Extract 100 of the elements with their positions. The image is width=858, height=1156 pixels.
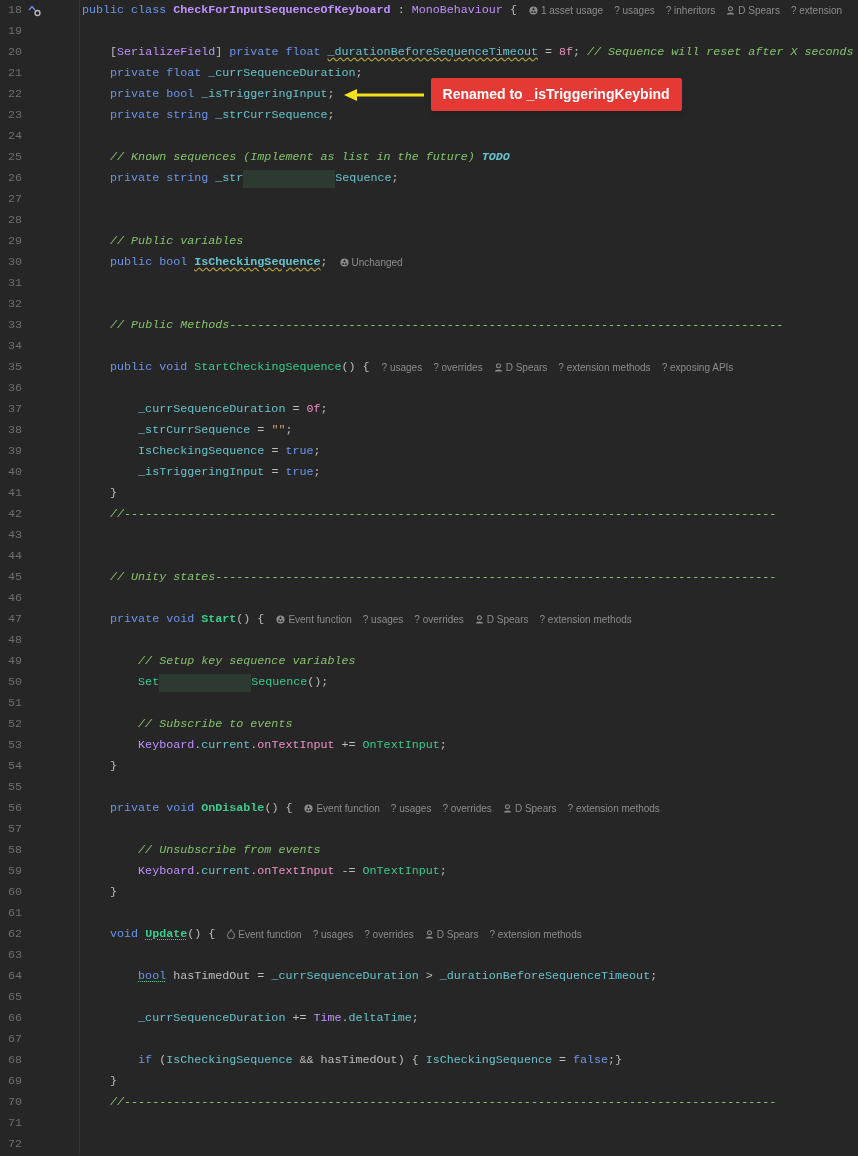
unity-icon [304, 804, 314, 813]
code-vision-hint[interactable]: D Spears [514, 801, 557, 816]
code-line: [SerializeField] private float _durationBeforeSequenceTimeout = 8f; // Sequence will reset after X seconds [109, 43, 854, 61]
code-line: private float _currSequenceDuration; [109, 64, 363, 82]
code-vision-hint[interactable]: ? inheritors [665, 3, 716, 18]
code-line: // Setup key sequence variables [137, 652, 356, 670]
annotation-callout: Renamed to _isTriggeringKeybind [430, 78, 682, 111]
code-vision-hint[interactable]: ? overrides [433, 360, 483, 375]
line-number: 45 [7, 568, 23, 586]
arrow-icon [342, 87, 425, 102]
code-vision-hint[interactable]: Event function [238, 927, 302, 942]
code-line: private void Start() { [109, 610, 265, 628]
code-vision-hint[interactable]: 1 asset usage [540, 3, 604, 18]
implements-marker-icon[interactable] [28, 4, 43, 17]
code-vision-hint[interactable]: ? usages [312, 927, 354, 942]
line-number: 55 [7, 778, 23, 796]
code-line: void Update() { [109, 925, 216, 943]
line-number: 60 [7, 883, 23, 901]
line-number: 62 [7, 925, 23, 943]
code-vision-hint[interactable]: ? extension methods [567, 801, 660, 816]
code-vision-hint[interactable]: ? extension methods [539, 612, 632, 627]
code-line: Keyboard.current.onTextInput -= OnTextInput; [137, 862, 447, 880]
code-line: _currSequenceDuration = 0f; [137, 400, 328, 418]
line-number: 71 [7, 1114, 23, 1132]
code-line: public void StartCheckingSequence() { [109, 358, 370, 376]
line-number: 41 [7, 484, 23, 502]
code-line: IsCheckingSequence = true; [137, 442, 321, 460]
code-vision-hint[interactable]: Event function [316, 801, 380, 816]
code-line: private string _str Sequence; [82, 169, 399, 188]
line-number: 48 [7, 631, 23, 649]
line-number: 25 [7, 148, 23, 166]
line-number: 56 [7, 799, 23, 817]
line-number: 35 [7, 358, 23, 376]
line-number: 37 [7, 400, 23, 418]
code-line: } [109, 1072, 118, 1090]
code-vision-hint[interactable]: ? overrides [364, 927, 414, 942]
person-icon [493, 363, 503, 372]
code-vision-hint[interactable]: D Spears [436, 927, 479, 942]
line-number: 50 [7, 673, 23, 691]
line-number: 72 [7, 1135, 23, 1153]
line-number: 47 [7, 610, 23, 628]
line-number: 36 [7, 379, 23, 397]
code-vision-hint[interactable]: ? usages [614, 3, 655, 18]
code-line: // Known sequences (Implement as list in the future) TODO [109, 148, 510, 166]
line-number: 28 [7, 211, 23, 229]
line-number: 31 [7, 274, 23, 292]
code-line: bool hasTimedOut = _currSequenceDuration > _durationBeforeSequenceTimeout; [137, 967, 658, 985]
code-line: } [109, 883, 118, 901]
line-number: 59 [7, 862, 23, 880]
code-line: // Public Methods------------------------------------------------------------------------------- [109, 316, 784, 334]
code-line: private bool _isTriggeringInput; [109, 85, 335, 103]
code-vision-hint[interactable]: ? usages [381, 360, 423, 375]
code-line: _strCurrSequence = ""; [137, 421, 293, 439]
code-line: } [109, 484, 118, 502]
code-vision-hint[interactable]: ? exposing APIs [661, 360, 734, 375]
code-vision-hint[interactable]: D Spears [505, 360, 548, 375]
code-vision-hint[interactable]: Event function [288, 612, 352, 627]
unity-icon [528, 6, 538, 15]
line-number: 57 [7, 820, 23, 838]
line-number: 64 [7, 967, 23, 985]
code-line: private void OnDisable() { [109, 799, 293, 817]
code-line: //--------------------------------------------------------------------------------------------- [109, 1093, 777, 1111]
code-line: _isTriggeringInput = true; [137, 463, 321, 481]
line-number: 63 [7, 946, 23, 964]
code-vision-hint[interactable]: ? extension methods [558, 360, 651, 375]
code-vision-hint[interactable]: ? usages [362, 612, 404, 627]
code-vision-hint[interactable]: ? usages [390, 801, 432, 816]
code-vision-hint[interactable]: D Spears [738, 3, 780, 18]
code-line: // Subscribe to events [137, 715, 293, 733]
code-line: // Unity states-------------------------------------------------------------------------------- [109, 568, 777, 586]
line-number: 66 [7, 1009, 23, 1027]
line-number: 27 [7, 190, 23, 208]
line-number: 46 [7, 589, 23, 607]
code-line: Set Sequence(); [82, 673, 329, 692]
line-number: 42 [7, 505, 23, 523]
code-vision-hint[interactable]: D Spears [486, 612, 529, 627]
line-number: 68 [7, 1051, 23, 1069]
line-number: 23 [7, 106, 23, 124]
code-line: // Unsubscribe from events [137, 841, 321, 859]
code-vision-hint[interactable]: Unchanged [351, 255, 403, 270]
code-vision-hint[interactable]: ? overrides [414, 612, 464, 627]
code-vision-hint[interactable]: ? overrides [442, 801, 492, 816]
code-vision-hint[interactable]: ? extension methods [489, 927, 582, 942]
code-line: public class CheckForInputSequenceOfKeyboard : MonoBehaviour { [82, 1, 517, 19]
line-number: 19 [7, 22, 23, 40]
line-number: 65 [7, 988, 23, 1006]
line-number: 38 [7, 421, 23, 439]
line-number: 58 [7, 841, 23, 859]
code-line: } [109, 757, 118, 775]
code-vision-hint[interactable]: ? extension [790, 3, 843, 18]
code-line: public bool IsCheckingSequence; [109, 253, 328, 271]
line-number: 70 [7, 1093, 23, 1111]
code-line: _currSequenceDuration += Time.deltaTime; [137, 1009, 419, 1027]
person-icon [502, 804, 512, 813]
line-number: 52 [7, 715, 23, 733]
line-number: 26 [7, 169, 23, 187]
line-number: 44 [7, 547, 23, 565]
code-line: if (IsCheckingSequence && hasTimedOut) { IsCheckingSequence = false;} [137, 1051, 623, 1069]
person-icon [474, 615, 484, 624]
person-icon [726, 6, 736, 15]
